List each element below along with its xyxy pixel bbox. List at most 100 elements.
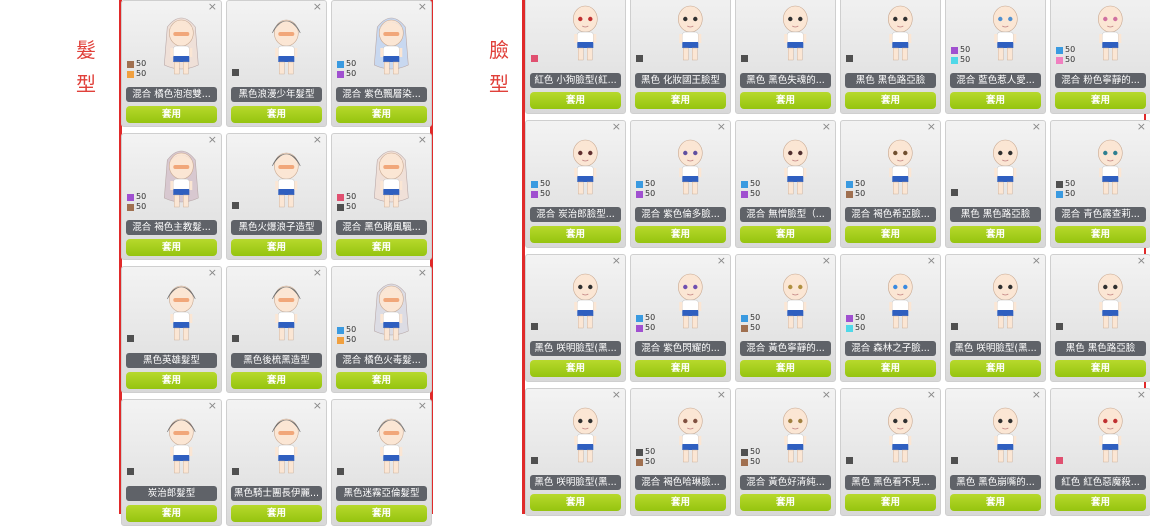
color-swatch — [951, 56, 958, 64]
style-name-label: 混合 紫色閃耀的... — [635, 341, 726, 356]
avatar-preview — [974, 395, 1036, 471]
apply-button[interactable]: 套用 — [740, 494, 831, 511]
apply-button[interactable]: 套用 — [845, 494, 936, 511]
hair-style-card[interactable]: × 50 50 混合 褐色主教髮... 套用 — [121, 133, 222, 260]
apply-button[interactable]: 套用 — [845, 360, 936, 377]
color-swatch — [846, 55, 853, 62]
apply-button[interactable]: 套用 — [231, 106, 322, 123]
apply-button[interactable]: 套用 — [1055, 226, 1146, 243]
mix-ratio-value: 50 — [346, 192, 357, 201]
hair-style-card[interactable]: × 黑色騎士團長伊麗... 套用 — [226, 399, 327, 526]
color-swatch — [127, 193, 134, 201]
avatar-preview — [150, 7, 212, 83]
mix-ratio-row: 50 — [127, 192, 146, 202]
color-swatch — [1056, 323, 1063, 330]
mix-ratio-value: 50 — [645, 447, 656, 456]
face-style-card[interactable]: × 黑色 化妝國王臉型套用 — [630, 0, 731, 114]
apply-button[interactable]: 套用 — [336, 239, 427, 256]
face-style-card[interactable]: × 黑色 黑色崩嘴的... 套用 — [945, 388, 1046, 516]
face-style-card[interactable]: × 黑色 黑色路亞臉套用 — [945, 120, 1046, 248]
color-swatch — [531, 457, 538, 464]
apply-button[interactable]: 套用 — [336, 106, 427, 123]
apply-button[interactable]: 套用 — [126, 106, 217, 123]
face-style-card[interactable]: × 黑色 黑色路亞臉套用 — [1050, 254, 1150, 382]
apply-button[interactable]: 套用 — [1055, 360, 1146, 377]
face-style-card[interactable]: × 黑色 黑色看不見... 套用 — [840, 388, 941, 516]
apply-button[interactable]: 套用 — [126, 239, 217, 256]
mix-ratio: 50 50 — [741, 313, 760, 333]
apply-button[interactable]: 套用 — [950, 92, 1041, 109]
avatar-preview — [869, 0, 931, 69]
style-name-label: 混合 橘色泡泡雙... — [126, 87, 217, 102]
face-style-card[interactable]: × 50 50 混合 黃色好清純... 套用 — [735, 388, 836, 516]
hair-style-card[interactable]: × 黑色迷霧亞倫髮型 套用 — [331, 399, 432, 526]
mix-ratio-value: 50 — [540, 189, 551, 198]
apply-button[interactable]: 套用 — [845, 92, 936, 109]
apply-button[interactable]: 套用 — [126, 372, 217, 389]
face-style-card[interactable]: × 50 50 混合 紫色倫多臉... 套用 — [630, 120, 731, 248]
face-style-card[interactable]: × 5050混合 粉色寧靜的...套用 — [1050, 0, 1150, 114]
apply-button[interactable]: 套用 — [530, 226, 621, 243]
apply-button[interactable]: 套用 — [740, 92, 831, 109]
apply-button[interactable]: 套用 — [336, 372, 427, 389]
apply-button[interactable]: 套用 — [231, 372, 322, 389]
face-style-card[interactable]: × 黑色 咲明臉型(黑... 套用 — [525, 388, 626, 516]
avatar-preview — [360, 273, 422, 349]
face-style-card[interactable]: × 黑色 黑色失魂的...套用 — [735, 0, 836, 114]
color-swatch — [951, 323, 958, 330]
style-name-label: 混合 無憎臉型（... — [740, 207, 831, 222]
apply-button[interactable]: 套用 — [530, 92, 621, 109]
apply-button[interactable]: 套用 — [635, 92, 726, 109]
hair-style-card[interactable]: × 黑色英雄髮型 套用 — [121, 266, 222, 393]
face-style-card[interactable]: × 50 50 混合 紫色閃耀的... 套用 — [630, 254, 731, 382]
style-name-label: 黑色 咲明臉型(黑... — [530, 341, 621, 356]
color-swatch — [337, 193, 344, 201]
face-style-card[interactable]: × 50 50 混合 無憎臉型（... 套用 — [735, 120, 836, 248]
apply-button[interactable]: 套用 — [1055, 494, 1146, 511]
hair-style-card[interactable]: × 黑色火爆浪子造型 套用 — [226, 133, 327, 260]
face-style-card[interactable]: × 黑色 咲明臉型(黑... 套用 — [945, 254, 1046, 382]
mix-ratio-row: 50 — [127, 202, 146, 212]
mix-ratio-row: 50 — [1056, 45, 1075, 55]
face-style-card[interactable]: × 黑色 咲明臉型(黑... 套用 — [525, 254, 626, 382]
apply-button[interactable]: 套用 — [530, 494, 621, 511]
color-swatch — [337, 336, 344, 344]
mix-ratio-row: 50 — [1056, 179, 1075, 189]
face-style-card[interactable]: × 紅色 小狗臉型(紅...套用 — [525, 0, 626, 114]
hair-style-card[interactable]: × 黑色浪漫少年髮型 套用 — [226, 0, 327, 127]
hair-style-card[interactable]: × 炭治郎髮型 套用 — [121, 399, 222, 526]
apply-button[interactable]: 套用 — [635, 494, 726, 511]
hair-style-card[interactable]: × 50 50 混合 橘色火毒髮... 套用 — [331, 266, 432, 393]
face-style-card[interactable]: × 50 50 混合 森林之子臉... 套用 — [840, 254, 941, 382]
color-swatch — [232, 202, 239, 209]
hair-style-card[interactable]: × 黑色後梳黑造型 套用 — [226, 266, 327, 393]
face-style-card[interactable]: × 50 50 混合 炭治郎臉型... 套用 — [525, 120, 626, 248]
apply-button[interactable]: 套用 — [950, 360, 1041, 377]
apply-button[interactable]: 套用 — [635, 360, 726, 377]
face-style-card[interactable]: × 50 50 混合 褐色哈琳臉... 套用 — [630, 388, 731, 516]
apply-button[interactable]: 套用 — [740, 226, 831, 243]
apply-button[interactable]: 套用 — [845, 226, 936, 243]
hair-style-card[interactable]: × 50 50 混合 橘色泡泡雙... 套用 — [121, 0, 222, 127]
apply-button[interactable]: 套用 — [1055, 92, 1146, 109]
apply-button[interactable]: 套用 — [635, 226, 726, 243]
face-style-card[interactable]: × 50 50 混合 褐色希亞臉... 套用 — [840, 120, 941, 248]
mix-ratio: 50 50 — [846, 179, 865, 199]
avatar-preview — [659, 0, 721, 69]
face-style-card[interactable]: × 紅色 紅色惡魔殺... 套用 — [1050, 388, 1150, 516]
apply-button[interactable]: 套用 — [740, 360, 831, 377]
mix-ratio-row: 50 — [846, 313, 865, 323]
apply-button[interactable]: 套用 — [950, 494, 1041, 511]
apply-button[interactable]: 套用 — [231, 239, 322, 256]
hair-style-card[interactable]: × 50 50 混合 紫色飄層染... 套用 — [331, 0, 432, 127]
apply-button[interactable]: 套用 — [950, 226, 1041, 243]
face-style-card[interactable]: × 50 50 混合 青色露查莉... 套用 — [1050, 120, 1150, 248]
avatar-preview — [974, 0, 1036, 69]
color-swatch — [127, 335, 134, 342]
face-style-card[interactable]: × 5050混合 藍色惹人愛...套用 — [945, 0, 1046, 114]
hair-style-card[interactable]: × 50 50 混合 黑色賭風颿... 套用 — [331, 133, 432, 260]
mix-ratio-value: 50 — [855, 313, 866, 322]
apply-button[interactable]: 套用 — [530, 360, 621, 377]
face-style-card[interactable]: × 50 50 混合 黃色寧靜的... 套用 — [735, 254, 836, 382]
face-style-card[interactable]: × 黑色 黑色路亞臉套用 — [840, 0, 941, 114]
